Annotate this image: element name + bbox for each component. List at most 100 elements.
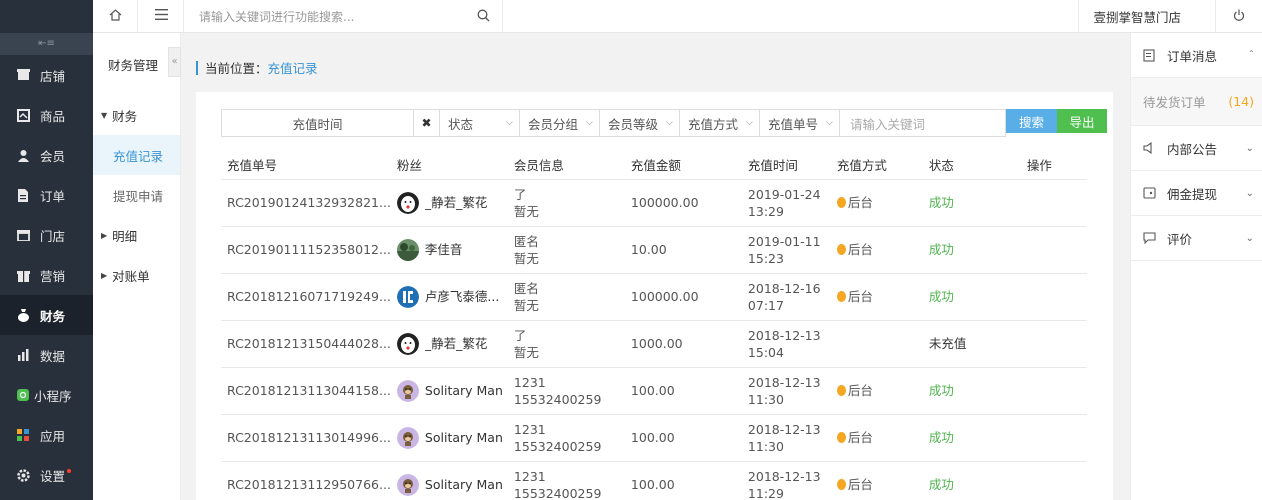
- subnav-group-details[interactable]: ▶ 明细: [93, 215, 180, 255]
- miniprogram-icon: [16, 388, 30, 402]
- method-label: 后台: [847, 242, 873, 257]
- fan-cell: Solitary Man: [390, 461, 508, 500]
- amount: 1000.00: [630, 336, 683, 351]
- table-row[interactable]: RC20181213113044158... Solitary Man 1231 15…: [221, 367, 1087, 415]
- order-no-cell: RC20190111152358012...: [221, 226, 391, 274]
- subnav-group-label: 对账单: [112, 268, 150, 284]
- subnav-item-withdraw-requests[interactable]: 提现申请: [93, 175, 180, 215]
- member-name: 匿名: [513, 233, 539, 249]
- avatar: [396, 191, 419, 214]
- order-messages-section[interactable]: 订单消息 ˆ: [1131, 33, 1262, 78]
- fan-name: Solitary Man: [424, 383, 503, 398]
- subnav-group-statements[interactable]: ▶ 对账单: [93, 255, 180, 295]
- sidebar-item-goods[interactable]: 商品: [0, 95, 93, 135]
- order-no-cell: RC20181213113014996...: [221, 414, 391, 462]
- home-button[interactable]: [93, 0, 138, 32]
- wallet-icon: [1143, 187, 1157, 199]
- data-icon: [16, 348, 30, 362]
- avatar: [396, 473, 419, 496]
- member-name: 1231: [513, 374, 546, 390]
- sidebar-item-store[interactable]: 门店: [0, 215, 93, 255]
- table-row[interactable]: RC20181213113014996... Solitary Man 1231 15…: [221, 414, 1087, 462]
- fan-name: Solitary Man: [424, 477, 503, 492]
- logout-button[interactable]: [1215, 0, 1262, 32]
- table-row[interactable]: RC20190124132932821... _静若_繁花 了暂无 100000.00…: [221, 179, 1087, 227]
- sidebar-item-order[interactable]: 订单: [0, 175, 93, 215]
- filter-bar: 充值时间 ✖ 状态 ⌵ 会员分组 ⌵ 会员等级 ⌵ 充值方式 ⌵ 充值单号 ⌵ 请输入关键…: [221, 109, 1107, 137]
- sidebar-item-shop[interactable]: 店铺: [0, 55, 93, 95]
- section-label: 评价: [1167, 231, 1193, 247]
- time-cell: 2019-01-11 15:23: [741, 226, 831, 274]
- fan-name: Solitary Man: [424, 430, 503, 445]
- caret-right-icon: ▶: [101, 270, 108, 280]
- table-row[interactable]: RC20181216071719249... 卢彦飞泰德... 匿名 暂无 100000…: [221, 273, 1087, 321]
- avatar: [396, 332, 419, 355]
- method-label: 后台: [847, 430, 873, 445]
- subnav-fold-button[interactable]: «: [168, 47, 181, 77]
- search-icon[interactable]: [477, 9, 490, 25]
- member-phone: 暂无: [513, 344, 539, 360]
- pending-shipment-item[interactable]: 待发货订单 (14): [1131, 78, 1262, 126]
- recharge-time-picker[interactable]: 充值时间: [221, 109, 414, 137]
- coin-icon: [836, 385, 846, 396]
- sidebar-item-member[interactable]: 会员: [0, 135, 93, 175]
- method-label: 后台: [847, 195, 873, 210]
- top-bar: 请输入关键词进行功能搜索... 壹捌掌智慧门店: [93, 0, 1262, 33]
- review-section[interactable]: 评价 ⌄: [1131, 216, 1262, 261]
- member-icon: [16, 148, 30, 162]
- status-select[interactable]: 状态 ⌵: [440, 109, 520, 137]
- pending-label: 待发货订单: [1143, 95, 1206, 110]
- sidebar-item-data[interactable]: 数据: [0, 335, 93, 375]
- sidebar-item-miniprogram[interactable]: 小程序: [0, 375, 93, 415]
- table-row[interactable]: RC20181213112950766... Solitary Man 1231 15…: [221, 461, 1087, 500]
- recharge-time: 15:04: [747, 344, 784, 360]
- keyword-input[interactable]: 请输入关键词: [840, 109, 1006, 137]
- col-member-info: 会员信息: [507, 151, 625, 180]
- subnav-title: 财务管理: [108, 57, 159, 73]
- sidebar-item-settings[interactable]: 设置: [0, 455, 93, 495]
- store-switcher[interactable]: 壹捌掌智慧门店: [1078, 0, 1195, 32]
- coin-icon: [836, 244, 846, 255]
- commission-withdraw-section[interactable]: 佣金提现 ⌄: [1131, 171, 1262, 216]
- col-amount: 充值金额: [624, 151, 742, 180]
- fan-cell: Solitary Man: [390, 367, 508, 415]
- subnav-item-recharge-records[interactable]: 充值记录: [93, 135, 180, 175]
- goods-icon: [16, 108, 30, 122]
- time-cell: 2018-12-13 11:29: [741, 461, 831, 500]
- member-phone: 15532400259: [513, 391, 602, 407]
- sidebar-item-marketing[interactable]: 营销: [0, 255, 93, 295]
- chevron-down-icon: ⌄: [1245, 187, 1254, 199]
- menu-button[interactable]: [139, 0, 184, 32]
- right-panel: 订单消息 ˆ 待发货订单 (14) 内部公告 ⌄ 佣金提现 ⌄ 评价 ⌄: [1130, 33, 1262, 500]
- caret-right-icon: ▶: [101, 230, 108, 240]
- caret-down-icon: ▼: [101, 110, 108, 120]
- settings-icon: [16, 468, 30, 482]
- sidebar-collapse-toggle[interactable]: ⇤≡: [0, 33, 93, 55]
- recharge-date: 2018-12-13: [747, 374, 821, 390]
- sidebar-item-finance[interactable]: 财务: [0, 295, 93, 335]
- col-actions: 操作: [1020, 151, 1087, 180]
- member-level-select[interactable]: 会员等级 ⌵: [600, 109, 680, 137]
- order-no: RC20181216071719249...: [227, 289, 391, 304]
- table-row[interactable]: RC20181213150444028... _静若_繁花 了暂无 1000.00 20…: [221, 320, 1087, 368]
- order-message-icon: [1143, 48, 1157, 62]
- export-button[interactable]: 导出: [1057, 109, 1107, 133]
- clear-time-button[interactable]: ✖: [414, 109, 440, 137]
- status-cell: 成功: [922, 414, 1021, 462]
- close-icon: ✖: [421, 116, 432, 130]
- member-group-select[interactable]: 会员分组 ⌵: [520, 109, 600, 137]
- fan-name: _静若_繁花: [424, 336, 488, 351]
- sidebar-item-label: 营销: [40, 268, 66, 284]
- search-button[interactable]: 搜索: [1006, 109, 1057, 133]
- function-search-input[interactable]: 请输入关键词进行功能搜索...: [185, 0, 503, 32]
- recharge-number-select[interactable]: 充值单号 ⌵: [760, 109, 840, 137]
- internal-notice-section[interactable]: 内部公告 ⌄: [1131, 126, 1262, 171]
- member-info-cell: 匿名 暂无: [507, 226, 625, 274]
- subnav-group-finance[interactable]: ▼ 财务: [93, 95, 180, 135]
- actions-cell: [1020, 367, 1087, 415]
- table-row[interactable]: RC20190111152358012... 李佳音 匿名 暂无 10.00 2019-0…: [221, 226, 1087, 274]
- breadcrumb-current[interactable]: 充值记录: [268, 58, 318, 77]
- recharge-method-select[interactable]: 充值方式 ⌵: [680, 109, 760, 137]
- sidebar-item-apps[interactable]: 应用: [0, 415, 93, 455]
- col-fan: 粉丝: [390, 151, 508, 180]
